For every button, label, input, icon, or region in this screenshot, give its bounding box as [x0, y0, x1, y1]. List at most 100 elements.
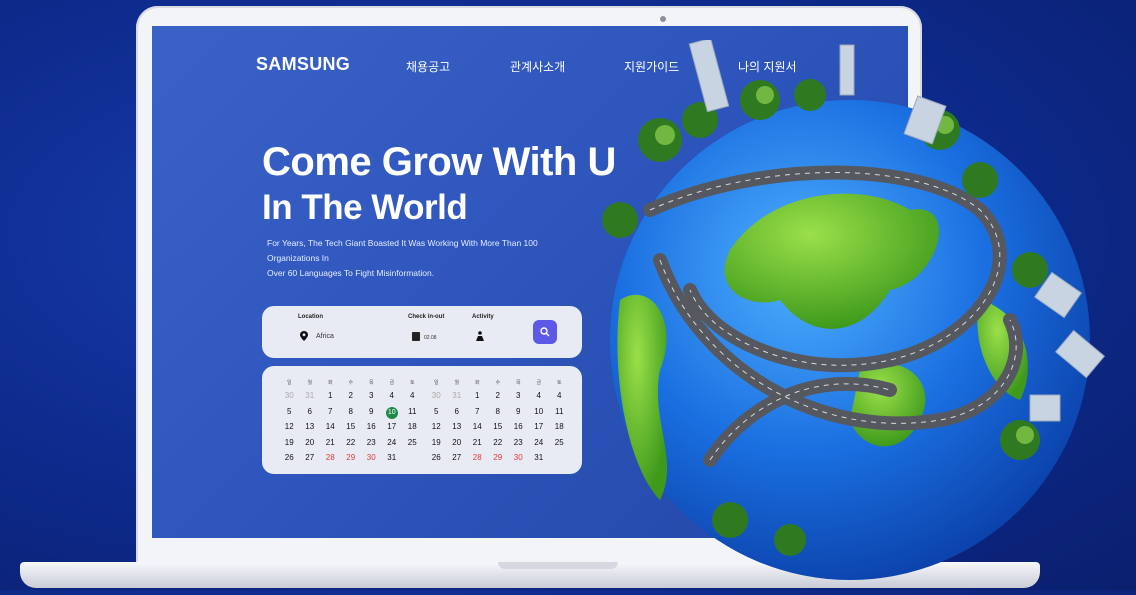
hero-description-line: Over 60 Languages To Fight Misinformatio… — [267, 268, 435, 278]
calendar-day[interactable]: 14 — [467, 419, 488, 435]
calendar-day[interactable]: 22 — [341, 435, 362, 451]
calendar-day[interactable]: 2 — [488, 388, 509, 404]
calendar-weekday: 화 — [327, 380, 333, 386]
calendar-weekday: 월 — [307, 380, 313, 386]
hero-description-line: Organizations In — [267, 253, 329, 263]
calendar-day[interactable]: 9 — [361, 404, 382, 420]
calendar-weekday: 화 — [474, 380, 480, 386]
calendar-month: 일 월 화 수 목 금 토 30 31 1 2 3 4 4 5 6 7 8 9 10 11 12 13 14 15 16 17 18 1… — [279, 378, 423, 466]
calendar-week-row: 5 6 7 8 9 10 11 — [279, 404, 423, 420]
calendar-day[interactable]: 26 — [426, 450, 447, 466]
calendar-day[interactable]: 19 — [279, 435, 300, 451]
calendar-day[interactable]: 18 — [402, 419, 423, 435]
calendar-day[interactable]: 4 — [529, 388, 550, 404]
calendar-day[interactable]: 30 — [508, 450, 529, 466]
calendar-day[interactable]: 23 — [361, 435, 382, 451]
calendar-day[interactable]: 15 — [488, 419, 509, 435]
calendar-day[interactable]: 16 — [508, 419, 529, 435]
calendar-day[interactable]: 5 — [279, 404, 300, 420]
calendar-week-row: 30 31 1 2 3 4 4 — [426, 388, 570, 404]
calendar-day[interactable]: 30 — [361, 450, 382, 466]
calendar-day[interactable]: 21 — [320, 435, 341, 451]
calendar-day[interactable]: 3 — [361, 388, 382, 404]
calendar-day[interactable]: 27 — [447, 450, 468, 466]
calendar-week-row: 12 13 14 15 16 17 18 — [426, 419, 570, 435]
calendar-day[interactable]: 1 — [320, 388, 341, 404]
calendar-weekday: 수 — [495, 380, 501, 386]
calendar-weekday-row: 일월화수목금토 — [279, 378, 423, 388]
calendar-week-row: 12 13 14 15 16 17 18 — [279, 419, 423, 435]
location-field[interactable]: Africa — [316, 333, 334, 340]
calendar-day[interactable]: 28 — [320, 450, 341, 466]
calendar-day[interactable]: 2 — [341, 388, 362, 404]
calendar-day[interactable]: 17 — [382, 419, 403, 435]
calendar-day[interactable]: 1 — [467, 388, 488, 404]
calendar-day[interactable]: 7 — [467, 404, 488, 420]
calendar-day[interactable]: 6 — [300, 404, 321, 420]
checkin-label: Check in-out — [408, 314, 445, 320]
calendar-day[interactable]: 6 — [447, 404, 468, 420]
calendar-week-row: 26 27 28 29 30 31 — [426, 450, 570, 466]
calendar-day — [402, 450, 423, 466]
calendar-day[interactable]: 5 — [426, 404, 447, 420]
calendar-day[interactable]: 26 — [279, 450, 300, 466]
calendar-day[interactable]: 17 — [529, 419, 550, 435]
calendar-day[interactable]: 8 — [341, 404, 362, 420]
calendar-day[interactable]: 20 — [447, 435, 468, 451]
calendar-month: 일 월 화 수 목 금 토 30 31 1 2 3 4 4 5 6 7 8 9 10 11 12 13 14 15 16 17 18 1… — [426, 378, 570, 466]
calendar-day[interactable]: 29 — [341, 450, 362, 466]
activity-icon[interactable] — [475, 331, 485, 341]
hero-description-line: For Years, The Tech Giant Boasted It Was… — [267, 238, 538, 248]
calendar-day[interactable]: 12 — [426, 419, 447, 435]
calendar-day[interactable]: 11 — [402, 404, 423, 420]
calendar-day[interactable]: 31 — [382, 450, 403, 466]
calendar-week-row: 30 31 1 2 3 4 4 — [279, 388, 423, 404]
nav-item-jobs[interactable]: 채용공고 — [406, 58, 450, 75]
nav-item-affiliates[interactable]: 관계사소개 — [510, 58, 565, 75]
calendar-day[interactable]: 21 — [467, 435, 488, 451]
calendar-day[interactable]: 10 — [382, 404, 403, 420]
calendar-week-row: 5 6 7 8 9 10 11 — [426, 404, 570, 420]
search-button[interactable] — [533, 320, 557, 344]
location-label: Location — [298, 314, 323, 320]
activity-label: Activity — [472, 314, 494, 320]
calendar-day[interactable]: 10 — [529, 404, 550, 420]
location-pin-icon — [300, 331, 308, 341]
calendar-day[interactable]: 13 — [447, 419, 468, 435]
search-panel: Location Africa Check in-out 02.08 Activ… — [262, 306, 582, 358]
calendar-day[interactable]: 20 — [300, 435, 321, 451]
calendar-day[interactable]: 24 — [529, 435, 550, 451]
calendar-day[interactable]: 28 — [467, 450, 488, 466]
calendar-day[interactable]: 29 — [488, 450, 509, 466]
checkin-field[interactable]: 02.08 — [424, 335, 437, 341]
calendar-weekday: 금 — [536, 380, 542, 386]
calendar-day[interactable]: 16 — [361, 419, 382, 435]
calendar-day[interactable]: 7 — [320, 404, 341, 420]
calendar-day[interactable]: 4 — [402, 388, 423, 404]
calendar-day[interactable]: 3 — [508, 388, 529, 404]
calendar-day[interactable]: 22 — [488, 435, 509, 451]
calendar-day[interactable]: 8 — [488, 404, 509, 420]
calendar-day[interactable]: 13 — [300, 419, 321, 435]
calendar-day[interactable]: 31 — [300, 388, 321, 404]
calendar-day[interactable]: 14 — [320, 419, 341, 435]
calendar-day[interactable]: 19 — [426, 435, 447, 451]
calendar-week-row: 19 20 21 22 23 24 25 — [426, 435, 570, 451]
calendar-day[interactable]: 24 — [382, 435, 403, 451]
calendar-weekday: 월 — [454, 380, 460, 386]
calendar-day[interactable]: 27 — [300, 450, 321, 466]
calendar-day[interactable]: 25 — [402, 435, 423, 451]
brand-logo[interactable]: SAMSUNG — [256, 54, 350, 75]
calendar-day[interactable]: 4 — [382, 388, 403, 404]
calendar-weekday: 수 — [348, 380, 354, 386]
calendar-day-selected[interactable]: 10 — [385, 406, 398, 419]
calendar-day[interactable]: 23 — [508, 435, 529, 451]
calendar-day[interactable]: 31 — [529, 450, 550, 466]
calendar-day[interactable]: 15 — [341, 419, 362, 435]
calendar-icon — [412, 332, 420, 341]
calendar-day[interactable]: 30 — [426, 388, 447, 404]
calendar-day[interactable]: 12 — [279, 419, 300, 435]
calendar-day[interactable]: 30 — [279, 388, 300, 404]
calendar-day[interactable]: 31 — [447, 388, 468, 404]
calendar-day[interactable]: 9 — [508, 404, 529, 420]
